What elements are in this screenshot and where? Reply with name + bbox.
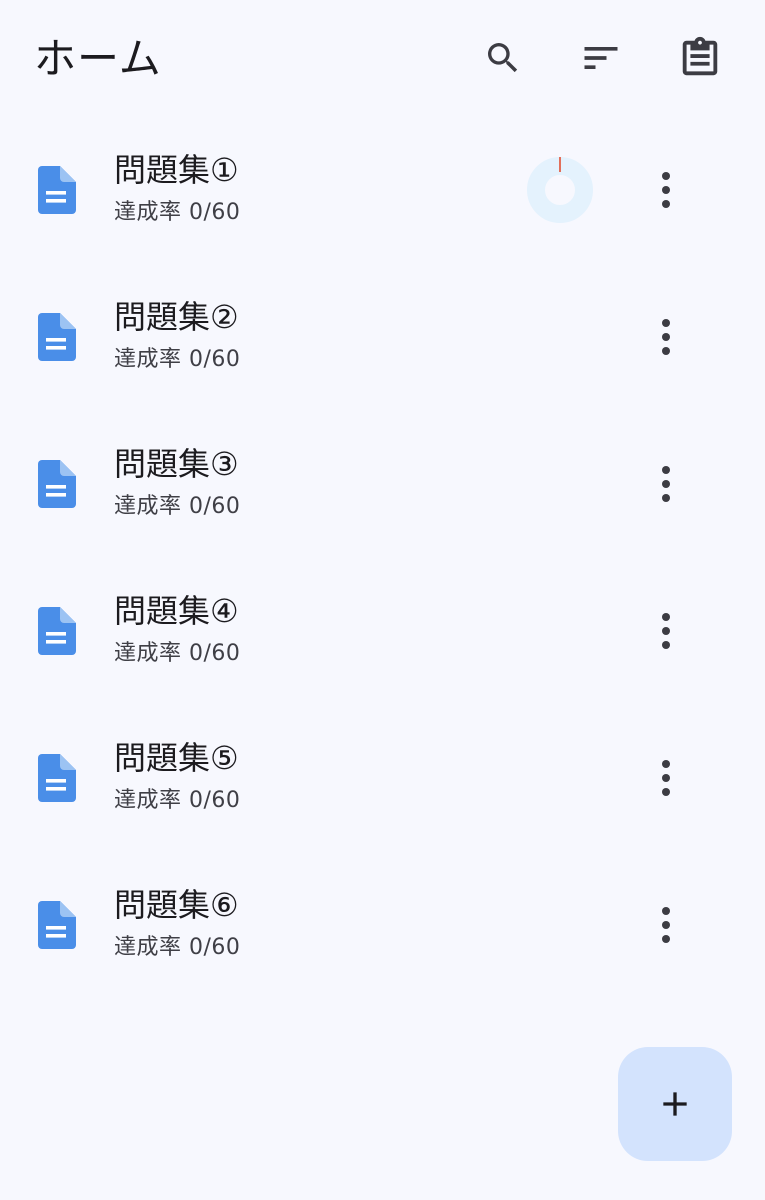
more-options-button[interactable]	[644, 166, 688, 214]
more-vert-icon	[662, 613, 670, 649]
list-item[interactable]: 問題集⑤ 達成率 0/60	[0, 706, 765, 853]
list-item[interactable]: 問題集② 達成率 0/60	[0, 265, 765, 412]
item-title: 問題集③	[114, 445, 239, 483]
progress-ring-track	[527, 157, 593, 223]
item-progress-text: 達成率 0/60	[114, 200, 241, 225]
clipboard-icon	[682, 36, 718, 76]
list-item[interactable]: 問題集③ 達成率 0/60	[0, 412, 765, 559]
plus-icon	[663, 1092, 687, 1116]
item-progress-text: 達成率 0/60	[114, 641, 241, 666]
item-progress-text: 達成率 0/60	[114, 788, 241, 813]
document-icon	[38, 754, 76, 802]
list-item[interactable]: 問題集① 達成率 0/60	[0, 118, 765, 265]
item-progress-text: 達成率 0/60	[114, 494, 241, 519]
search-button[interactable]	[479, 34, 527, 82]
item-title: 問題集⑥	[114, 886, 239, 924]
more-vert-icon	[662, 319, 670, 355]
item-progress-text: 達成率 0/60	[114, 347, 241, 372]
item-title: 問題集②	[114, 298, 239, 336]
add-button[interactable]	[618, 1047, 732, 1161]
progress-ring-chart	[527, 157, 593, 223]
item-title: 問題集⑤	[114, 739, 239, 777]
item-title: 問題集①	[114, 151, 239, 189]
document-icon	[38, 607, 76, 655]
page-title: ホーム	[34, 34, 162, 83]
document-icon	[38, 901, 76, 949]
document-icon	[38, 313, 76, 361]
more-options-button[interactable]	[644, 313, 688, 361]
more-vert-icon	[662, 907, 670, 943]
sort-icon	[584, 47, 618, 69]
list-item[interactable]: 問題集④ 達成率 0/60	[0, 559, 765, 706]
workbook-list: 問題集① 達成率 0/60 問題集② 達成率 0/60 問題集③ 達成率 0/60 問題集④…	[0, 118, 765, 1000]
more-options-button[interactable]	[644, 460, 688, 508]
search-icon	[488, 43, 518, 73]
more-options-button[interactable]	[644, 754, 688, 802]
more-vert-icon	[662, 466, 670, 502]
more-options-button[interactable]	[644, 607, 688, 655]
list-item[interactable]: 問題集⑥ 達成率 0/60	[0, 853, 765, 1000]
more-vert-icon	[662, 172, 670, 208]
item-progress-text: 達成率 0/60	[114, 935, 241, 960]
document-icon	[38, 460, 76, 508]
more-options-button[interactable]	[644, 901, 688, 949]
sort-button[interactable]	[577, 34, 625, 82]
item-title: 問題集④	[114, 592, 239, 630]
clipboard-button[interactable]	[676, 34, 724, 82]
top-app-bar: ホーム	[0, 0, 765, 118]
more-vert-icon	[662, 760, 670, 796]
document-icon	[38, 166, 76, 214]
